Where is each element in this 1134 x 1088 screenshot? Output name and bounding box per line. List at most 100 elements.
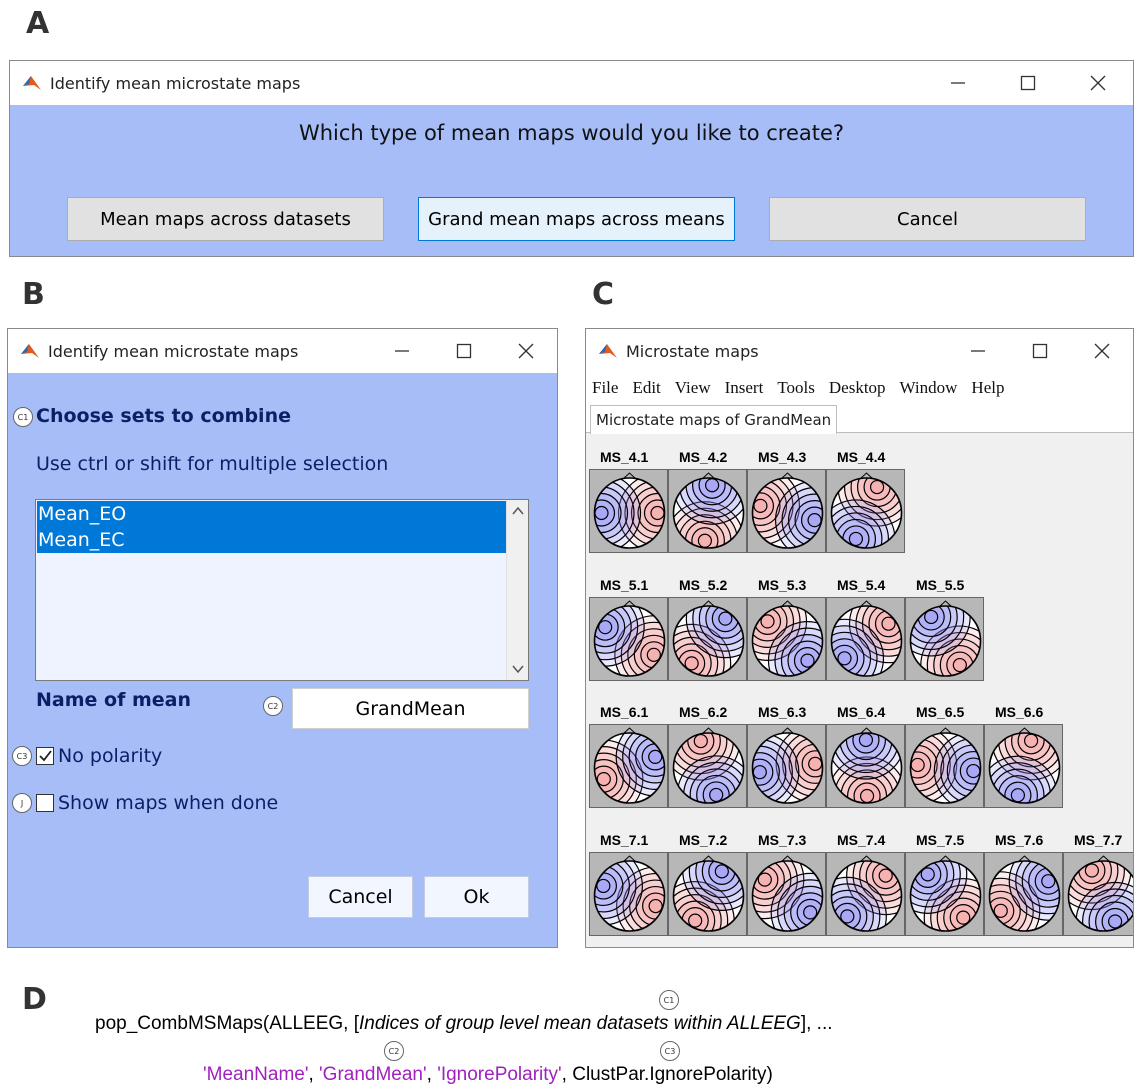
minimize-button[interactable] bbox=[371, 329, 433, 373]
maximize-button[interactable] bbox=[433, 329, 495, 373]
microstate-map[interactable] bbox=[984, 852, 1063, 936]
microstate-map[interactable] bbox=[826, 852, 905, 936]
map-label: MS_7.5 bbox=[916, 832, 965, 848]
map-label: MS_7.1 bbox=[600, 832, 649, 848]
code-string-ignorepolarity: 'IgnorePolarity' bbox=[437, 1064, 562, 1085]
panel-label-a: A bbox=[26, 6, 50, 41]
matlab-icon bbox=[598, 341, 618, 361]
microstate-map[interactable] bbox=[905, 724, 984, 808]
code-marker-c2: C2 bbox=[384, 1041, 404, 1061]
map-label: MS_6.6 bbox=[995, 704, 1044, 720]
topography-icon bbox=[830, 472, 903, 549]
microstate-map[interactable] bbox=[747, 724, 826, 808]
microstate-map[interactable] bbox=[905, 852, 984, 936]
topography-icon bbox=[751, 600, 824, 677]
map-label: MS_5.5 bbox=[916, 577, 965, 593]
list-item[interactable]: Mean_EO bbox=[37, 501, 506, 527]
map-label: MS_4.1 bbox=[600, 449, 649, 465]
microstate-map[interactable] bbox=[747, 852, 826, 936]
microstate-map[interactable] bbox=[668, 597, 747, 681]
menu-insert[interactable]: Insert bbox=[725, 378, 764, 398]
microstate-map[interactable] bbox=[826, 469, 905, 553]
no-polarity-checkbox[interactable] bbox=[36, 747, 54, 765]
topography-icon bbox=[1067, 855, 1133, 932]
maps-area: MS_4.1 MS_4.2 MS_4.3 MS_4.4 MS_5.1 MS_5.2 MS_5… bbox=[586, 434, 1133, 947]
close-button[interactable] bbox=[1063, 61, 1133, 105]
microstate-map[interactable] bbox=[589, 597, 668, 681]
topography-icon bbox=[593, 472, 666, 549]
topography-icon bbox=[672, 472, 745, 549]
map-label: MS_4.4 bbox=[837, 449, 886, 465]
menu-help[interactable]: Help bbox=[971, 378, 1004, 398]
cancel-button[interactable]: Cancel bbox=[769, 197, 1086, 241]
map-label: MS_5.3 bbox=[758, 577, 807, 593]
microstate-map[interactable] bbox=[668, 469, 747, 553]
microstate-map[interactable] bbox=[826, 724, 905, 808]
minimize-icon bbox=[971, 350, 985, 352]
scroll-down-icon[interactable] bbox=[507, 658, 529, 680]
listbox-scrollbar[interactable] bbox=[506, 500, 528, 680]
topography-icon bbox=[830, 727, 903, 804]
microstate-map[interactable] bbox=[589, 852, 668, 936]
microstate-map[interactable] bbox=[589, 724, 668, 808]
matlab-icon bbox=[22, 73, 42, 93]
microstate-map[interactable] bbox=[668, 852, 747, 936]
panel-label-c: C bbox=[592, 277, 615, 312]
maximize-button[interactable] bbox=[993, 61, 1063, 105]
topography-icon bbox=[672, 855, 745, 932]
microstate-map[interactable] bbox=[905, 597, 984, 681]
microstate-map[interactable] bbox=[668, 724, 747, 808]
microstate-map[interactable] bbox=[826, 597, 905, 681]
minimize-button[interactable] bbox=[947, 329, 1009, 373]
code-line-1: pop_CombMSMaps(ALLEEG, [Indices of group… bbox=[95, 1013, 833, 1035]
cancel-button[interactable]: Cancel bbox=[308, 876, 413, 918]
tab-grandmean[interactable]: Microstate maps of GrandMean bbox=[590, 405, 838, 434]
menu-window[interactable]: Window bbox=[900, 378, 958, 398]
window-titlebar[interactable]: Microstate maps bbox=[586, 329, 1133, 373]
code-string-meanname: 'MeanName' bbox=[203, 1064, 309, 1085]
mean-maps-across-datasets-button[interactable]: Mean maps across datasets bbox=[67, 197, 384, 241]
ok-button[interactable]: Ok bbox=[424, 876, 529, 918]
topography-icon bbox=[830, 855, 903, 932]
code-line-2: 'MeanName', 'GrandMean', 'IgnorePolarity… bbox=[203, 1064, 773, 1086]
map-label: MS_7.4 bbox=[837, 832, 886, 848]
menu-edit[interactable]: Edit bbox=[632, 378, 660, 398]
code-separator: , bbox=[308, 1064, 320, 1085]
microstate-map[interactable] bbox=[747, 597, 826, 681]
close-button[interactable] bbox=[1071, 329, 1133, 373]
microstate-map[interactable] bbox=[1063, 852, 1133, 936]
minimize-icon bbox=[951, 82, 965, 84]
code-italic-arg: Indices of group level mean datasets wit… bbox=[359, 1013, 801, 1034]
close-button[interactable] bbox=[495, 329, 557, 373]
topography-icon bbox=[909, 855, 982, 932]
show-maps-checkbox[interactable] bbox=[36, 794, 54, 812]
maximize-icon bbox=[456, 343, 472, 359]
menu-tools[interactable]: Tools bbox=[777, 378, 815, 398]
topography-icon bbox=[593, 855, 666, 932]
menu-file[interactable]: File bbox=[592, 378, 618, 398]
microstate-map[interactable] bbox=[984, 724, 1063, 808]
maximize-button[interactable] bbox=[1009, 329, 1071, 373]
close-icon bbox=[518, 343, 534, 359]
microstate-map[interactable] bbox=[747, 469, 826, 553]
map-label: MS_7.3 bbox=[758, 832, 807, 848]
topography-icon bbox=[909, 600, 982, 677]
mean-name-field[interactable]: GrandMean bbox=[292, 688, 529, 729]
dataset-listbox[interactable]: Mean_EO Mean_EC bbox=[35, 499, 529, 681]
minimize-button[interactable] bbox=[923, 61, 993, 105]
menu-view[interactable]: View bbox=[675, 378, 711, 398]
topography-icon bbox=[909, 727, 982, 804]
microstate-maps-window: Microstate maps File Edit View Insert To… bbox=[585, 328, 1134, 948]
topography-icon bbox=[672, 600, 745, 677]
dialog-titlebar[interactable]: Identify mean microstate maps bbox=[8, 329, 557, 373]
topography-icon bbox=[593, 727, 666, 804]
grand-mean-maps-button[interactable]: Grand mean maps across means bbox=[418, 197, 735, 241]
list-item[interactable]: Mean_EC bbox=[37, 527, 506, 553]
scroll-up-icon[interactable] bbox=[507, 500, 529, 522]
dialog-titlebar[interactable]: Identify mean microstate maps bbox=[10, 61, 1133, 105]
menu-desktop[interactable]: Desktop bbox=[829, 378, 886, 398]
map-label: MS_6.5 bbox=[916, 704, 965, 720]
close-icon bbox=[1094, 343, 1110, 359]
microstate-map[interactable] bbox=[589, 469, 668, 553]
code-string-grandmean: 'GrandMean' bbox=[319, 1064, 427, 1085]
